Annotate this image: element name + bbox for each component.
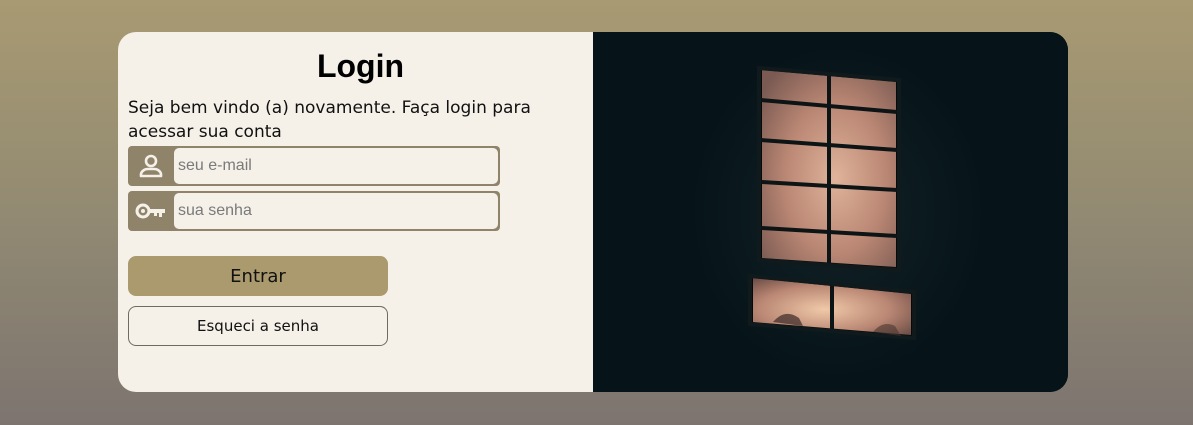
key-icon [128, 191, 174, 231]
login-button[interactable]: Entrar [128, 256, 388, 296]
welcome-text: Seja bem vindo (a) novamente. Faça login… [128, 98, 531, 142]
login-card: Login Seja bem vindo (a) novamente. Faça… [118, 32, 1068, 392]
email-input[interactable] [174, 148, 498, 184]
user-icon [128, 146, 174, 186]
page-title: Login [316, 48, 405, 84]
email-field-group [128, 146, 500, 186]
window-illustration [593, 32, 1068, 392]
login-panel: Login Seja bem vindo (a) novamente. Faça… [118, 32, 593, 392]
password-field-group [128, 191, 500, 231]
password-input[interactable] [174, 193, 498, 229]
forgot-password-button[interactable]: Esqueci a senha [128, 306, 388, 346]
window-photo [593, 32, 1068, 392]
